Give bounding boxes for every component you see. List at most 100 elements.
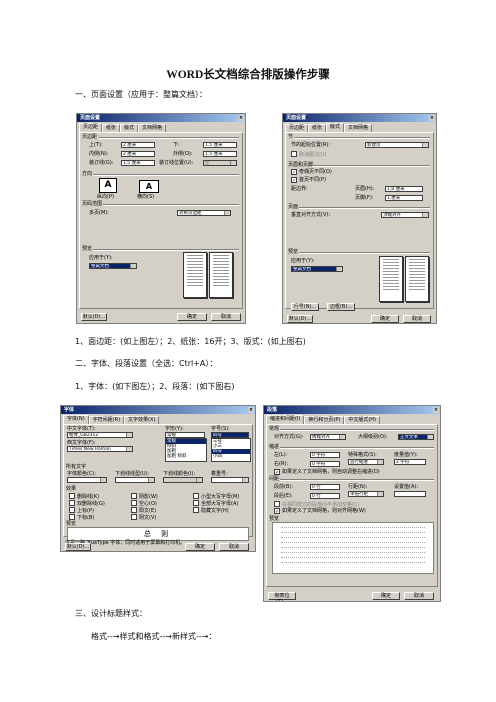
valign-select[interactable]: 顶端对齐: [381, 212, 429, 218]
engrave-checkbox[interactable]: 阴文(V): [131, 514, 156, 521]
right-indent-input[interactable]: 0 字符: [310, 461, 340, 467]
underline-style-select[interactable]: [115, 477, 155, 483]
line-spacing-select[interactable]: 单倍行距: [348, 491, 384, 497]
outline-level-select[interactable]: 正文文本: [398, 434, 434, 440]
divider: [99, 137, 239, 139]
close-icon[interactable]: ×: [433, 407, 439, 413]
close-icon[interactable]: ×: [429, 115, 435, 121]
cancel-button[interactable]: 取消: [211, 313, 241, 321]
space-after-input[interactable]: 0 行: [310, 493, 340, 499]
section-start-select[interactable]: 新建页: [365, 142, 429, 148]
tab-indent-spacing[interactable]: 缩进和间距(I): [266, 415, 305, 424]
ok-button[interactable]: 确定: [177, 313, 207, 321]
double-strike-checkbox[interactable]: 双删除线(G): [69, 500, 105, 507]
chevron-down-icon: [242, 478, 248, 482]
section3-step: 格式--→样式和格式--→新样式--→：: [91, 632, 217, 641]
list-item[interactable]: 小四: [212, 454, 250, 459]
auto-indent-label: 如果定义了文档网格，则自动调整右缩进(D): [282, 469, 380, 475]
default-button[interactable]: 默认(D)...: [65, 543, 91, 551]
ok-button[interactable]: 确定: [372, 592, 400, 600]
divider: [93, 249, 239, 251]
tab-text-effects[interactable]: 文字效果(X): [124, 416, 160, 424]
underline-color-select[interactable]: [163, 477, 203, 483]
default-button[interactable]: 默认(D)...: [287, 315, 313, 323]
size-list[interactable]: 三号 小三 四号 小四: [211, 438, 251, 462]
left-indent-input[interactable]: 0 字符: [310, 452, 340, 458]
cn-font-select[interactable]: 楷体_GB2312: [67, 432, 133, 438]
chevron-down-icon: [126, 447, 132, 451]
cancel-button[interactable]: 取消: [403, 315, 431, 323]
tab-paper[interactable]: 纸张: [308, 124, 327, 132]
chevron-down-icon: [377, 460, 383, 464]
emboss-checkbox[interactable]: 阳文(E): [131, 507, 156, 514]
tab-line-page-breaks[interactable]: 换行和分页(P): [304, 416, 345, 424]
all-caps-checkbox[interactable]: 全部大写字母(A): [193, 500, 238, 507]
strikethrough-checkbox[interactable]: 删除线(K): [69, 493, 99, 500]
tab-font[interactable]: 字体(N): [63, 415, 89, 424]
suppress-endnotes-checkbox[interactable]: 取消尾注(U): [291, 151, 327, 158]
inside-margin-input[interactable]: 2 厘米: [121, 151, 155, 157]
ok-button[interactable]: 确定: [371, 315, 399, 323]
at-input[interactable]: [394, 491, 426, 497]
tab-margins[interactable]: 页边距: [79, 123, 103, 132]
ok-button[interactable]: 确定: [185, 543, 215, 551]
superscript-checkbox[interactable]: 上标(P): [69, 507, 94, 514]
close-icon[interactable]: ×: [248, 407, 254, 413]
tab-strip: 缩进和间距(I) 换行和分页(P) 中文版式(H): [266, 415, 380, 424]
special-select[interactable]: 首行缩进: [348, 459, 384, 465]
tab-asian-typography[interactable]: 中文版式(H): [344, 416, 380, 424]
tab-doc-grid[interactable]: 文档网格: [138, 124, 167, 132]
gutter-input[interactable]: 1.5 厘米: [121, 160, 155, 166]
emphasis-select[interactable]: [211, 477, 249, 483]
borders-button[interactable]: 边框(B)...: [327, 303, 355, 311]
outline-checkbox[interactable]: 空心(O): [131, 500, 157, 507]
suppress-endnotes-label: 取消尾注(U): [299, 152, 327, 158]
tab-layout[interactable]: 版式: [120, 124, 139, 132]
alignment-value: 两端对齐: [312, 435, 330, 440]
auto-indent-checkbox[interactable]: ✓ 如果定义了文档网格，则自动调整右缩进(D): [274, 469, 380, 476]
tab-doc-grid[interactable]: 文档网格: [344, 124, 373, 132]
hidden-checkbox[interactable]: 隐藏文字(H): [193, 507, 229, 514]
default-button[interactable]: 默认(D)...: [81, 313, 107, 321]
tab-paper[interactable]: 纸张: [102, 124, 121, 132]
bottom-margin-input[interactable]: 1.5 厘米: [203, 142, 237, 148]
subscript-checkbox[interactable]: 下标(B): [69, 514, 94, 521]
gutter-pos-select[interactable]: 左: [203, 160, 237, 166]
apply-to-value: 整篇文档: [293, 267, 311, 272]
space-before-input[interactable]: 0 行: [310, 484, 340, 490]
font-color-select[interactable]: [67, 477, 107, 483]
top-margin-input[interactable]: 2 厘米: [121, 142, 155, 148]
header-distance-input[interactable]: 1.8 厘米: [385, 186, 423, 192]
at-label: 设置值(A):: [394, 484, 419, 490]
cancel-button[interactable]: 取消: [404, 592, 434, 600]
apply-to-select[interactable]: 整篇文档: [89, 263, 137, 269]
list-item[interactable]: 加粗 倾斜: [166, 454, 206, 459]
line-numbers-button[interactable]: 行号(N)...: [291, 303, 319, 311]
tab-layout[interactable]: 版式: [326, 123, 345, 132]
portrait-icon[interactable]: A: [99, 178, 117, 193]
top-margin-label: 上(T):: [89, 142, 103, 148]
gutter-pos-value: 左: [205, 161, 210, 166]
checkbox-checked-icon: ✓: [274, 508, 280, 515]
tabs-button[interactable]: 制表位(T)...: [268, 592, 296, 601]
outside-margin-input[interactable]: 1.5 厘米: [203, 151, 237, 157]
snap-grid-checkbox[interactable]: ✓ 如果定义了文档网格，则对齐网格(W): [274, 508, 366, 515]
footer-distance-input[interactable]: 1 厘米: [385, 195, 423, 201]
west-font-select[interactable]: Times New Roman: [67, 446, 133, 452]
tab-margins[interactable]: 页边距: [285, 124, 309, 132]
apply-to-select[interactable]: 整篇文档: [291, 266, 343, 272]
landscape-icon[interactable]: A: [139, 180, 159, 193]
alignment-select[interactable]: 两端对齐: [310, 434, 346, 440]
first-page-checkbox[interactable]: ✓ 首页不同(P): [291, 177, 326, 184]
dialog-titlebar: 段落 ×: [264, 406, 440, 414]
style-list[interactable]: 常规 倾斜 加粗 加粗 倾斜: [165, 438, 207, 462]
odd-even-checkbox[interactable]: ✓ 奇偶页不同(O): [291, 169, 332, 176]
tab-char-spacing[interactable]: 字符间距(R): [88, 416, 125, 424]
shadow-checkbox[interactable]: 阴影(W): [131, 493, 158, 500]
cancel-button[interactable]: 取消: [219, 543, 249, 551]
close-icon[interactable]: ×: [238, 115, 244, 121]
multiple-pages-select[interactable]: 对称页边距: [177, 210, 231, 216]
by-input[interactable]: 2 字符: [394, 459, 426, 465]
no-space-checkbox[interactable]: 在相同样式的段落间不添加空格(C): [274, 501, 359, 508]
small-caps-checkbox[interactable]: 小型大写字母(M): [193, 493, 239, 500]
